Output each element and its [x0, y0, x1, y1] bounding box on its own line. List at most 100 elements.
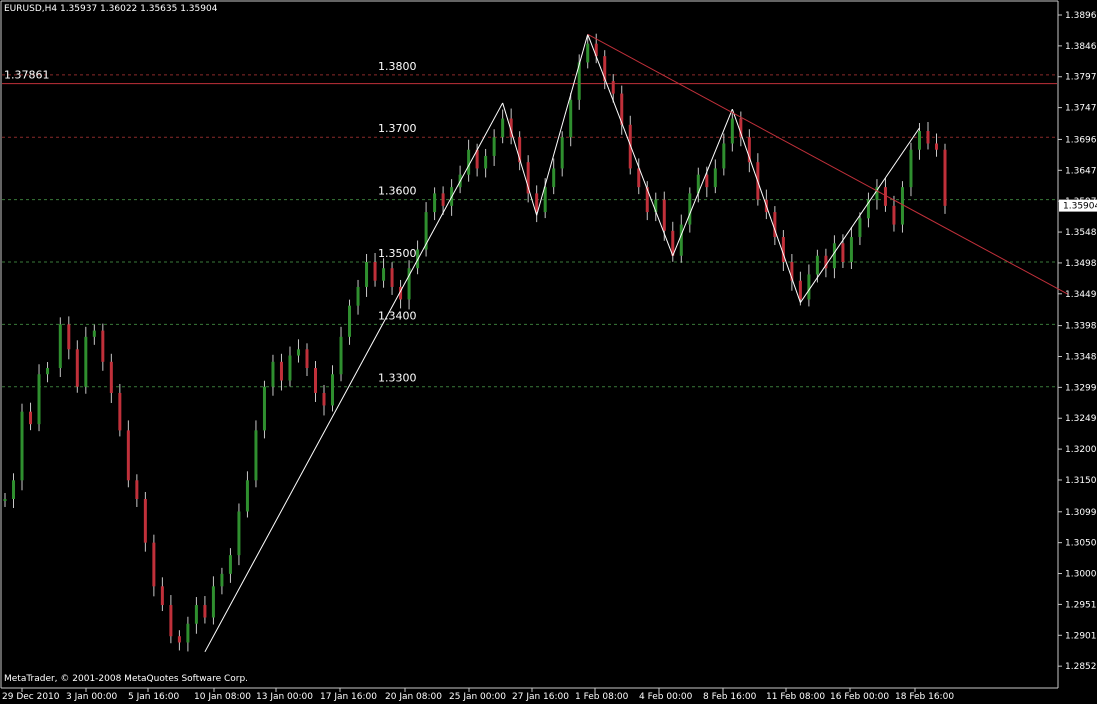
candle-body[interactable]	[37, 374, 41, 425]
candle-body[interactable]	[365, 261, 369, 287]
x-tick-label-4: 13 Jan 00:00	[256, 692, 313, 702]
candle-body[interactable]	[152, 542, 156, 587]
candle-body[interactable]	[46, 368, 50, 375]
candle-body[interactable]	[271, 361, 275, 387]
candle-body[interactable]	[288, 355, 292, 381]
candle-body[interactable]	[722, 143, 726, 169]
candle-body[interactable]	[160, 586, 164, 606]
candle-body[interactable]	[67, 324, 71, 350]
candle-body[interactable]	[84, 336, 88, 387]
candle-body[interactable]	[118, 392, 122, 431]
y-tick-label-16: 1.30995	[1065, 508, 1097, 518]
y-tick-label-8: 1.34985	[1065, 259, 1097, 269]
current-price-text: 1.35904	[1063, 202, 1097, 212]
candle-body[interactable]	[433, 193, 437, 213]
candle-body[interactable]	[611, 81, 615, 94]
y-tick-label-5: 1.36470	[1065, 166, 1097, 176]
candle-body[interactable]	[126, 430, 130, 481]
chart-canvas[interactable]: 1.3800 1.37861 1.3700 1.3600 1.3500 1.3400 1.3…	[0, 0, 1097, 704]
candle-body[interactable]	[220, 573, 224, 587]
candle-body[interactable]	[730, 118, 734, 144]
candle-body[interactable]	[892, 205, 896, 225]
candle-body[interactable]	[688, 193, 692, 225]
candle-body[interactable]	[543, 187, 547, 213]
y-tick-label-4: 1.36965	[1065, 135, 1097, 145]
candle-body[interactable]	[798, 280, 802, 300]
candle-body[interactable]	[12, 480, 16, 500]
candle-body[interactable]	[169, 605, 173, 637]
candle-body[interactable]	[75, 349, 79, 387]
candle-body[interactable]	[713, 168, 717, 188]
candle-body[interactable]	[58, 324, 62, 369]
y-tick-label-7: 1.35480	[1065, 228, 1097, 238]
candle-body[interactable]	[322, 392, 326, 406]
candle-body[interactable]	[348, 305, 352, 337]
candle-body[interactable]	[535, 193, 539, 213]
candle-body[interactable]	[501, 118, 505, 138]
candle-body[interactable]	[934, 143, 938, 150]
candle-body[interactable]	[296, 349, 300, 356]
candle-body[interactable]	[390, 268, 394, 287]
candle-body[interactable]	[177, 636, 181, 643]
candle-body[interactable]	[262, 386, 266, 431]
candle-body[interactable]	[3, 499, 7, 502]
x-tick-label-11: 8 Feb 16:00	[703, 692, 757, 702]
candle-body[interactable]	[560, 137, 564, 169]
y-tick-label-19: 1.29510	[1065, 600, 1097, 610]
x-tick-label-14: 18 Feb 16:00	[895, 692, 954, 702]
x-tick-label-13: 16 Feb 00:00	[830, 692, 889, 702]
candle-body[interactable]	[203, 605, 207, 618]
candle-body[interactable]	[467, 149, 471, 175]
candle-body[interactable]	[356, 286, 360, 306]
candle-body[interactable]	[101, 330, 105, 362]
candle-body[interactable]	[109, 361, 113, 393]
candle-body[interactable]	[143, 499, 147, 543]
candle-body[interactable]	[926, 131, 930, 144]
overlay-layer: 1.35904	[1059, 199, 1097, 212]
candle-body[interactable]	[662, 199, 666, 231]
candle-body[interactable]	[20, 411, 24, 481]
candle-body[interactable]	[211, 586, 215, 618]
candle-body[interactable]	[254, 430, 258, 481]
candle-body[interactable]	[909, 149, 913, 188]
candle-body[interactable]	[305, 349, 309, 369]
y-tick-label-10: 1.33980	[1065, 322, 1097, 332]
candle-body[interactable]	[373, 261, 377, 281]
y-tick-label-14: 1.32000	[1065, 445, 1097, 455]
y-tick-label-12: 1.32990	[1065, 383, 1097, 393]
candle-body[interactable]	[943, 149, 947, 206]
candle-body[interactable]	[331, 374, 335, 406]
candle-body[interactable]	[900, 187, 904, 225]
candle-body[interactable]	[492, 137, 496, 156]
candle-body[interactable]	[858, 218, 862, 238]
candle-body[interactable]	[586, 43, 590, 63]
candle-body[interactable]	[815, 255, 819, 275]
candle-body[interactable]	[807, 274, 811, 300]
candle-body[interactable]	[569, 99, 573, 138]
candle-body[interactable]	[841, 243, 845, 262]
candle-body[interactable]	[705, 174, 709, 188]
candle-body[interactable]	[29, 411, 33, 425]
candle-body[interactable]	[245, 480, 249, 512]
trading-chart-window[interactable]: 1.3800 1.37861 1.3700 1.3600 1.3500 1.3400 1.3…	[0, 0, 1097, 704]
candle-body[interactable]	[194, 605, 198, 624]
candle-body[interactable]	[135, 480, 139, 500]
candle-body[interactable]	[484, 155, 488, 169]
level-label-5: 1.3400	[378, 309, 417, 322]
candle-body[interactable]	[849, 237, 853, 262]
candle-body[interactable]	[339, 336, 343, 375]
candle-body[interactable]	[228, 555, 232, 574]
candle-body[interactable]	[382, 268, 386, 281]
candle-body[interactable]	[441, 193, 445, 206]
candle-body[interactable]	[679, 224, 683, 256]
candle-body[interactable]	[832, 243, 836, 269]
candle-body[interactable]	[237, 511, 241, 556]
candle-body[interactable]	[313, 368, 317, 393]
candle-body[interactable]	[917, 131, 921, 150]
candle-body[interactable]	[92, 330, 96, 337]
y-tick-label-13: 1.32495	[1065, 414, 1097, 424]
candle-body[interactable]	[186, 623, 190, 643]
y-tick-label-20: 1.29015	[1065, 631, 1097, 641]
candle-body[interactable]	[279, 361, 283, 381]
candle-body[interactable]	[552, 168, 556, 188]
